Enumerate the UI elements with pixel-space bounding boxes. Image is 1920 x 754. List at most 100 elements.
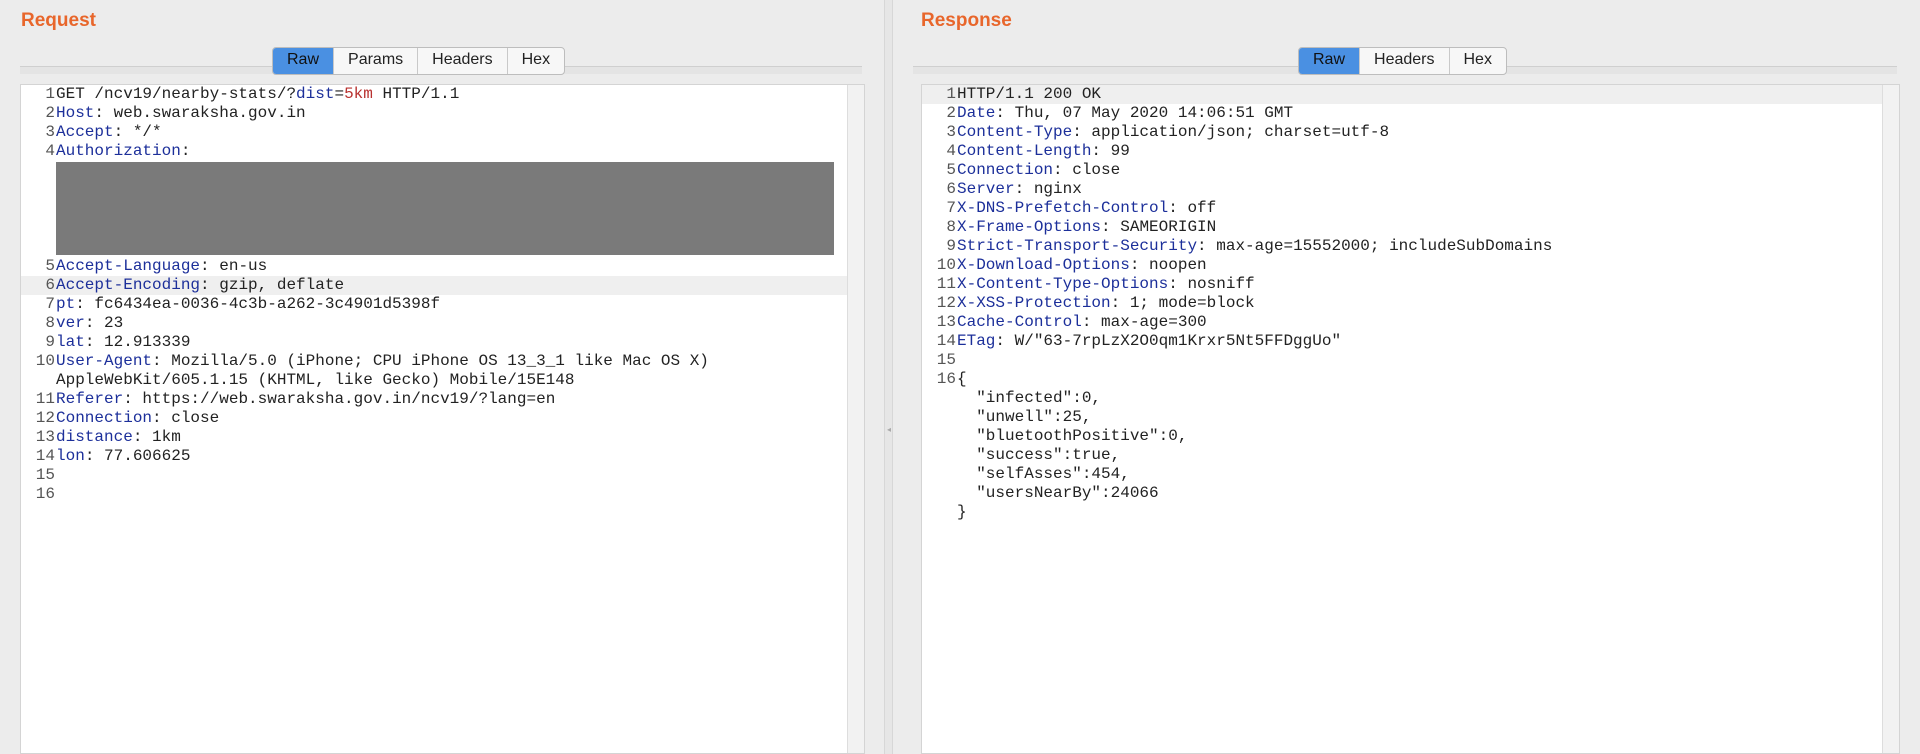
- line-number: 5: [946, 161, 956, 179]
- line-number: 15: [936, 351, 956, 369]
- code-text: "selfAsses":454,: [957, 465, 1130, 483]
- code-text: : noopen: [1129, 256, 1207, 274]
- code-text: HTTP/1.1 200 OK: [957, 85, 1102, 103]
- response-line[interactable]: 1 HTTP/1.1 200 OK: [922, 85, 1882, 104]
- response-tab-headers[interactable]: Headers: [1360, 48, 1450, 74]
- header-name: Strict-Transport-Security: [957, 237, 1198, 255]
- header-name: Connection: [56, 409, 153, 427]
- line-number: 11: [35, 390, 55, 408]
- line-number: 13: [35, 428, 55, 446]
- request-line[interactable]: 1 GET /ncv19/nearby-stats/?dist=5km HTTP/…: [21, 85, 847, 104]
- response-line[interactable]: 8 X-Frame-Options: SAMEORIGIN: [922, 218, 1882, 237]
- line-number: 3: [946, 123, 956, 141]
- request-line[interactable]: 8 ver: 23: [21, 314, 847, 333]
- request-line[interactable]: 12 Connection: close: [21, 409, 847, 428]
- header-name: Content-Length: [957, 142, 1092, 160]
- response-line[interactable]: "usersNearBy":24066: [922, 484, 1882, 503]
- param-token: 5km: [344, 85, 373, 103]
- response-tab-group: Raw Headers Hex: [1298, 47, 1507, 75]
- request-tab-params[interactable]: Params: [334, 48, 419, 74]
- line-number: 1: [946, 85, 956, 103]
- request-line[interactable]: AppleWebKit/605.1.15 (KHTML, like Gecko)…: [21, 371, 847, 390]
- line-code: "bluetoothPositive":0,: [957, 427, 1187, 446]
- code-text: : https://web.swaraksha.gov.in/ncv19/?la…: [123, 390, 556, 408]
- response-line[interactable]: 3 Content-Type: application/json; charset…: [922, 123, 1882, 142]
- code-text: : 77.606625: [84, 447, 191, 465]
- response-line[interactable]: 14 ETag: W/"63-7rpLzX2O0qm1Krxr5Nt5FFDggU…: [922, 332, 1882, 351]
- line-code: lat: 12.913339: [56, 333, 190, 352]
- code-text: : max-age=300: [1081, 313, 1207, 331]
- request-tab-hex[interactable]: Hex: [508, 48, 564, 74]
- response-line[interactable]: 9 Strict-Transport-Security: max-age=1555…: [922, 237, 1882, 256]
- response-line[interactable]: 5 Connection: close: [922, 161, 1882, 180]
- request-line[interactable]: 9 lat: 12.913339: [21, 333, 847, 352]
- request-editor[interactable]: 1 GET /ncv19/nearby-stats/?dist=5km HTTP/…: [20, 84, 865, 754]
- request-line[interactable]: 13 distance: 1km: [21, 428, 847, 447]
- response-editor[interactable]: 1 HTTP/1.1 200 OK 2 Date: Thu, 07 May 2020 …: [921, 84, 1900, 754]
- response-line[interactable]: 12 X-XSS-Protection: 1; mode=block: [922, 294, 1882, 313]
- request-line[interactable]: 14 lon: 77.606625: [21, 447, 847, 466]
- line-code: lon: 77.606625: [56, 447, 190, 466]
- line-code: X-Content-Type-Options: nosniff: [957, 275, 1255, 294]
- request-line[interactable]: 7 pt: fc6434ea-0036-4c3b-a262-3c4901d5398…: [21, 295, 847, 314]
- request-tab-headers[interactable]: Headers: [418, 48, 508, 74]
- response-line[interactable]: "selfAsses":454,: [922, 465, 1882, 484]
- line-code: Date: Thu, 07 May 2020 14:06:51 GMT: [957, 104, 1293, 123]
- response-scrollbar[interactable]: [1882, 85, 1899, 753]
- header-name: Server: [957, 180, 1015, 198]
- response-line[interactable]: "bluetoothPositive":0,: [922, 427, 1882, 446]
- line-code: Content-Type: application/json; charset=…: [957, 123, 1389, 142]
- pane-divider[interactable]: ◂: [884, 0, 893, 754]
- request-line[interactable]: 4 Authorization:: [21, 142, 847, 161]
- response-line[interactable]: 6 Server: nginx: [922, 180, 1882, 199]
- code-text: "unwell":25,: [957, 408, 1092, 426]
- response-line[interactable]: 4 Content-Length: 99: [922, 142, 1882, 161]
- request-line[interactable]: 16: [21, 485, 847, 504]
- response-line[interactable]: "success":true,: [922, 446, 1882, 465]
- code-text: :: [180, 142, 191, 160]
- request-line[interactable]: 3 Accept: */*: [21, 123, 847, 142]
- code-text: : max-age=15552000; includeSubDomains: [1197, 237, 1553, 255]
- response-line[interactable]: 10 X-Download-Options: noopen: [922, 256, 1882, 275]
- code-text: "bluetoothPositive":0,: [957, 427, 1188, 445]
- header-name: Referer: [56, 390, 124, 408]
- response-line[interactable]: 2 Date: Thu, 07 May 2020 14:06:51 GMT: [922, 104, 1882, 123]
- request-line[interactable]: 6 Accept-Encoding: gzip, deflate: [21, 276, 847, 295]
- response-line[interactable]: 7 X-DNS-Prefetch-Control: off: [922, 199, 1882, 218]
- response-tab-hex[interactable]: Hex: [1450, 48, 1506, 74]
- line-code: pt: fc6434ea-0036-4c3b-a262-3c4901d5398f: [56, 295, 440, 314]
- code-text: =: [334, 85, 345, 103]
- request-line[interactable]: 15: [21, 466, 847, 485]
- code-text: : en-us: [200, 257, 268, 275]
- request-line[interactable]: 10 User-Agent: Mozilla/5.0 (iPhone; CPU i…: [21, 352, 847, 371]
- code-text: "infected":0,: [957, 389, 1102, 407]
- request-line[interactable]: 11 Referer: https://web.swaraksha.gov.in/…: [21, 390, 847, 409]
- request-scrollbar[interactable]: [847, 85, 864, 753]
- response-line[interactable]: 11 X-Content-Type-Options: nosniff: [922, 275, 1882, 294]
- response-line[interactable]: "infected":0,: [922, 389, 1882, 408]
- response-line[interactable]: 15: [922, 351, 1882, 370]
- request-line[interactable]: 5 Accept-Language: en-us: [21, 257, 847, 276]
- response-line[interactable]: }: [922, 503, 1882, 522]
- response-line[interactable]: 16{: [922, 370, 1882, 389]
- request-tab-raw[interactable]: Raw: [273, 48, 335, 74]
- header-name: pt: [56, 295, 76, 313]
- header-name: Accept-Encoding: [56, 276, 201, 294]
- line-code: Authorization:: [56, 142, 190, 161]
- request-pane: Request Raw Params Headers Hex 1 GET /ncv19/…: [0, 0, 885, 754]
- line-number: 5: [45, 257, 55, 275]
- response-line[interactable]: 13 Cache-Control: max-age=300: [922, 313, 1882, 332]
- code-text: : nosniff: [1168, 275, 1255, 293]
- line-code: "infected":0,: [957, 389, 1101, 408]
- response-tab-raw[interactable]: Raw: [1299, 48, 1361, 74]
- line-code: "unwell":25,: [957, 408, 1091, 427]
- line-code: Host: web.swaraksha.gov.in: [56, 104, 306, 123]
- request-line[interactable]: 2 Host: web.swaraksha.gov.in: [21, 104, 847, 123]
- line-number: 6: [45, 276, 55, 294]
- line-number: 9: [946, 237, 956, 255]
- response-line[interactable]: "unwell":25,: [922, 408, 1882, 427]
- divider-grip-icon[interactable]: ◂: [887, 426, 891, 434]
- header-name: ETag: [957, 332, 996, 350]
- code-text: : W/"63-7rpLzX2O0qm1Krxr5Nt5FFDggUo": [995, 332, 1342, 350]
- code-text: : application/json; charset=utf-8: [1072, 123, 1390, 141]
